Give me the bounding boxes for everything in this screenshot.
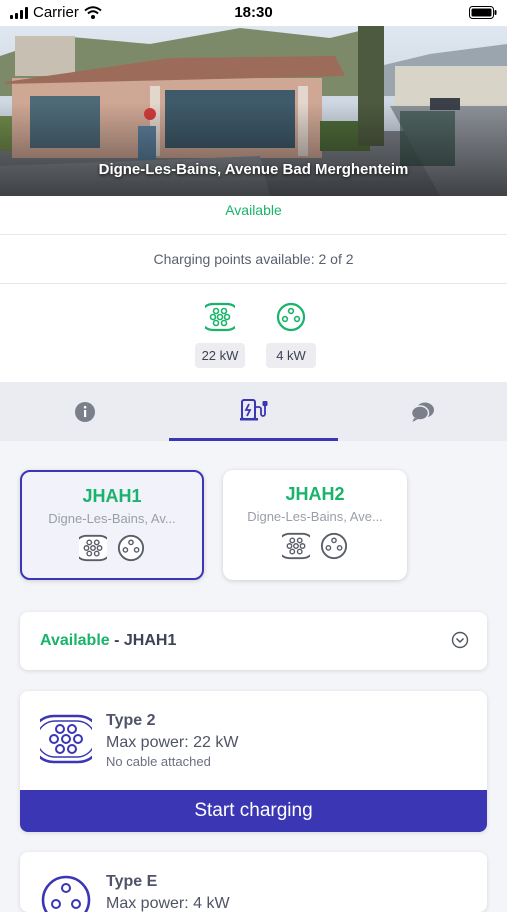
status-left: Carrier (10, 4, 102, 21)
power-badge: 22 kW (195, 343, 245, 368)
station-title: Digne-Les-Bains, Avenue Bad Merghenteim (98, 161, 409, 178)
tab-charging[interactable] (169, 382, 338, 441)
connector-name: Type E (106, 873, 158, 890)
start-charging-button[interactable]: Start charging (20, 790, 487, 832)
selector-station: JHAH1 (123, 632, 177, 649)
type-e-connector-icon (276, 302, 306, 332)
battery-icon (469, 6, 497, 24)
type2-connector-icon (282, 532, 310, 560)
connector-max-power: Max power: 4 kW (106, 895, 230, 912)
carrier-label: Carrier (33, 4, 79, 21)
availability-row: Available (0, 196, 507, 235)
connector-max-power: Max power: 22 kW (106, 734, 239, 751)
type2-connector-icon (79, 534, 107, 562)
tab-info[interactable] (0, 382, 169, 441)
connector-cable-info: No cable attached (106, 754, 211, 769)
selector-separator: - (109, 632, 124, 649)
connector-card-type2: Type 2 Max power: 22 kW No cable attache… (20, 691, 487, 832)
power-types-row: 22 kW 4 kW (0, 284, 507, 382)
tab-bar (0, 382, 507, 441)
selector-label: Available - JHAH1 (40, 632, 176, 650)
type-e-connector-icon (41, 875, 91, 912)
station-card-jhah1[interactable]: JHAH1 Digne-Les-Bains, Av... (20, 470, 204, 580)
power-type-4kw: 4 kW (266, 302, 316, 368)
station-card-name: JHAH2 (285, 484, 345, 504)
points-available-row: Charging points available: 2 of 2 (0, 235, 507, 284)
charging-station-icon (239, 399, 267, 421)
power-type-22kw: 22 kW (195, 302, 245, 368)
connector-card-type-e: Type E Max power: 4 kW (20, 852, 487, 912)
status-bar: Carrier 18:30 (0, 0, 507, 26)
charging-point-selector[interactable]: Available - JHAH1 (20, 612, 487, 670)
station-card-connectors (223, 532, 407, 560)
station-card-address: Digne-Les-Bains, Av... (48, 511, 176, 526)
station-card-jhah2[interactable]: JHAH2 Digne-Les-Bains, Ave... (223, 470, 407, 580)
info-icon (74, 401, 95, 422)
wifi-icon (84, 6, 102, 19)
chevron-down-icon (451, 631, 469, 649)
connector-name: Type 2 (106, 712, 156, 729)
type-e-connector-icon (320, 532, 348, 560)
tab-chat[interactable] (338, 382, 507, 441)
power-badge: 4 kW (266, 343, 316, 368)
availability-status: Available (225, 202, 282, 218)
selector-status: Available (40, 632, 110, 649)
chat-icon (410, 402, 434, 422)
station-card-connectors (22, 534, 202, 562)
station-card-name: JHAH1 (82, 486, 142, 506)
station-card-address: Digne-Les-Bains, Ave... (247, 509, 383, 524)
station-photo: Digne-Les-Bains, Avenue Bad Merghenteim (0, 26, 507, 196)
type2-connector-icon (198, 302, 242, 332)
type2-connector-icon (40, 714, 92, 764)
points-available-text: Charging points available: 2 of 2 (153, 251, 354, 267)
signal-icon (10, 6, 28, 19)
type-e-connector-icon (117, 534, 145, 562)
